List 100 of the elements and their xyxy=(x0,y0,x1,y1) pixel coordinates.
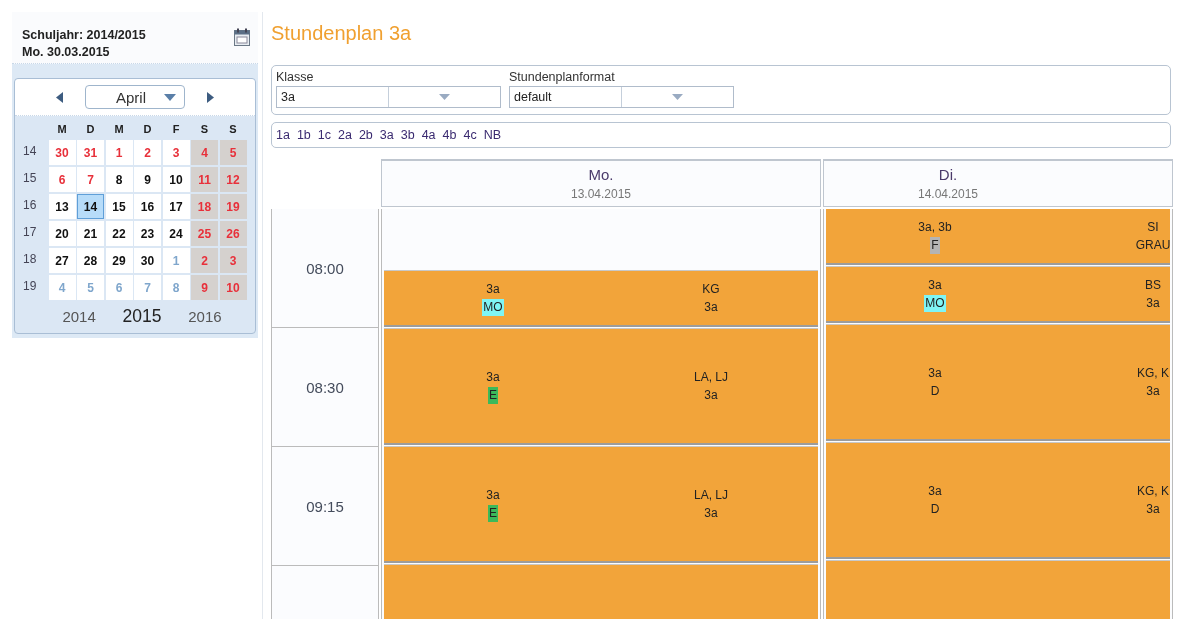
year-link[interactable]: 2016 xyxy=(188,308,222,325)
lesson-block[interactable]: 3a, 3b F SI GRAU xyxy=(826,209,1170,263)
lesson-room: 3a xyxy=(1146,294,1160,312)
time-label: 09:15 xyxy=(272,447,378,566)
lesson-classes: 3a xyxy=(928,276,942,294)
calendar-day[interactable]: 24 xyxy=(162,221,190,246)
lesson-subject: E xyxy=(488,386,498,404)
calendar-day[interactable]: 29 xyxy=(105,248,133,273)
calendar-day[interactable]: 9 xyxy=(134,167,161,192)
weekday-label: M xyxy=(113,122,125,137)
select-field[interactable]: 3a xyxy=(276,86,501,108)
class-link[interactable]: 3b xyxy=(400,128,415,142)
weekday-label: D xyxy=(85,122,96,137)
caret-icon xyxy=(672,94,683,100)
time-label: 08:00 xyxy=(272,209,378,328)
date-label: Mo. 30.03.2015 xyxy=(22,45,111,59)
day-name: Di. xyxy=(938,166,958,183)
previous-month-icon[interactable] xyxy=(56,91,63,103)
lesson-classes: 3a xyxy=(486,280,500,298)
lesson-subject: E xyxy=(488,504,498,522)
lesson-teacher: LA, LJ xyxy=(694,368,728,386)
calendar-day[interactable]: 8 xyxy=(105,167,133,192)
lesson-block[interactable]: 3a MO KG 3a xyxy=(384,271,818,325)
calendar-day[interactable]: 27 xyxy=(48,248,76,273)
calendar-day[interactable]: 1 xyxy=(105,140,133,165)
lesson-subject: MO xyxy=(482,298,504,316)
calendar-day[interactable]: 31 xyxy=(77,140,104,165)
day-date: 14.04.2015 xyxy=(917,187,979,201)
weekday-label: S xyxy=(228,122,238,137)
lesson-block[interactable]: 3a D KG, K 3a xyxy=(826,443,1170,557)
lesson-room: 3a xyxy=(1146,382,1160,400)
lesson-subject: D xyxy=(929,500,941,518)
school-year-label: Schuljahr: 2014/2015 xyxy=(22,28,146,42)
lesson-teacher: LA, LJ xyxy=(694,486,728,504)
select-field[interactable]: default xyxy=(509,86,734,108)
time-label: 08:30 xyxy=(272,328,378,447)
weekday-label: D xyxy=(142,122,153,137)
lesson-room: 3a xyxy=(704,504,718,522)
day-date: 13.04.2015 xyxy=(570,187,632,201)
calendar-day[interactable]: 22 xyxy=(105,221,133,246)
class-link[interactable]: 4b xyxy=(442,128,457,142)
lesson-teacher: KG, K xyxy=(1137,482,1169,500)
calendar-icon[interactable] xyxy=(234,28,250,46)
calendar-day[interactable]: 6 xyxy=(48,167,76,192)
calendar-day[interactable]: 13 xyxy=(48,194,76,219)
lesson-classes: 3a xyxy=(928,364,942,382)
calendar-day[interactable]: 30 xyxy=(134,248,161,273)
month-dropdown[interactable]: April xyxy=(85,85,185,109)
calendar-day[interactable]: 3 xyxy=(162,140,190,165)
lesson-classes: 3a xyxy=(486,368,500,386)
calendar-day[interactable]: 28 xyxy=(77,248,104,273)
lesson-room: 3a xyxy=(1146,500,1160,518)
week-number: 18 xyxy=(22,251,38,268)
calendar-day[interactable]: 14 xyxy=(77,194,104,219)
lesson-block[interactable]: 3a D KG, K 3a xyxy=(826,325,1170,439)
calendar-day[interactable]: 21 xyxy=(77,221,104,246)
calendar-day[interactable]: 10 xyxy=(162,167,190,192)
calendar-day[interactable]: 2 xyxy=(134,140,161,165)
class-link[interactable]: 1c xyxy=(317,128,331,142)
week-number: 14 xyxy=(22,143,38,160)
next-month-icon[interactable] xyxy=(207,91,214,103)
class-link[interactable]: 1b xyxy=(296,128,311,142)
lesson-subject: D xyxy=(929,382,941,400)
caret-icon xyxy=(164,93,176,101)
lesson-classes: 3a xyxy=(486,486,500,504)
lesson-room: 3a xyxy=(704,298,718,316)
class-link[interactable]: 3a xyxy=(379,128,394,142)
lesson-room: GRAU xyxy=(1135,236,1171,254)
calendar-day[interactable]: 17 xyxy=(162,194,190,219)
lesson-teacher: BS xyxy=(1145,276,1161,294)
lesson-classes: 3a xyxy=(928,482,942,500)
calendar-day[interactable]: 30 xyxy=(48,140,76,165)
calendar-day[interactable]: 7 xyxy=(77,167,104,192)
weekday-label: M xyxy=(56,122,68,137)
week-number: 19 xyxy=(22,278,38,295)
lesson-teacher: KG, K xyxy=(1137,364,1169,382)
calendar-day[interactable]: 20 xyxy=(48,221,76,246)
calendar-day[interactable]: 15 xyxy=(105,194,133,219)
lesson-teacher: SI xyxy=(1147,218,1159,236)
day-name: Mo. xyxy=(588,166,614,183)
class-link[interactable]: NB xyxy=(483,128,502,142)
calendar-day[interactable]: 16 xyxy=(134,194,161,219)
caret-icon xyxy=(439,94,450,100)
class-link[interactable]: 4a xyxy=(421,128,436,142)
year-link[interactable]: 2015 xyxy=(122,306,162,327)
year-link[interactable]: 2014 xyxy=(62,308,96,325)
lesson-block[interactable]: 3a E LA, LJ 3a xyxy=(384,447,818,561)
page-title: Stundenplan 3a xyxy=(271,22,413,46)
lesson-teacher: KG xyxy=(702,280,720,298)
lesson-block[interactable]: 3a E LA, LJ 3a xyxy=(384,329,818,443)
class-link[interactable]: 4c xyxy=(463,128,477,142)
lesson-room: 3a xyxy=(704,386,718,404)
class-link[interactable]: 2a xyxy=(338,128,352,142)
class-link[interactable]: 1a xyxy=(276,128,290,142)
lesson-block[interactable]: 3a MO BS 3a xyxy=(826,267,1170,321)
weekday-label: F xyxy=(171,122,181,137)
week-number: 16 xyxy=(22,197,38,214)
class-link[interactable]: 2b xyxy=(358,128,373,142)
lesson-subject: F xyxy=(930,236,940,254)
calendar-day[interactable]: 23 xyxy=(134,221,161,246)
